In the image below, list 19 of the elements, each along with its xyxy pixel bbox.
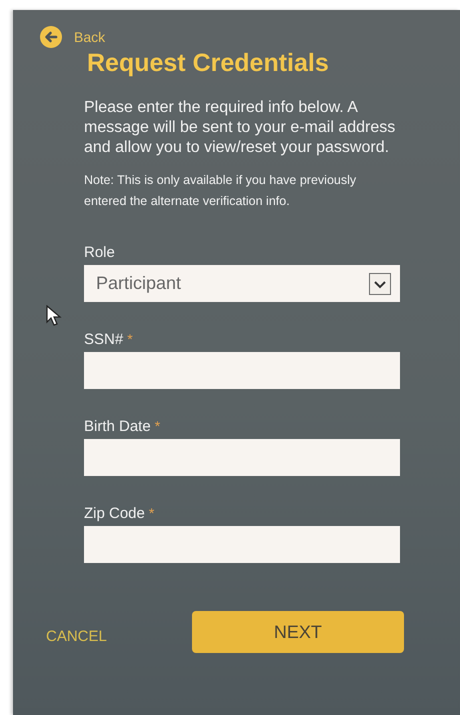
field-label: Birth Date bbox=[84, 418, 151, 434]
page-title: Request Credentials bbox=[87, 49, 330, 78]
required-mark: * bbox=[127, 331, 133, 347]
next-button[interactable]: NEXT bbox=[192, 611, 404, 653]
mouse-cursor-icon bbox=[46, 305, 62, 327]
caret-icon bbox=[369, 272, 391, 294]
input-field[interactable] bbox=[84, 526, 400, 563]
back-link[interactable]: Back bbox=[40, 26, 106, 48]
cancel-button[interactable]: CANCEL bbox=[46, 628, 107, 644]
intro-text: Please enter the required info below. A message will be sent to your e-mail address and allow you to view/reset your password. bbox=[84, 98, 396, 158]
required-mark: * bbox=[154, 418, 160, 434]
role-dropdown[interactable]: Participant bbox=[84, 265, 400, 302]
field-label: Role bbox=[84, 244, 115, 260]
input-field[interactable] bbox=[84, 352, 400, 389]
note-text: Note: This is only available if you have previously entered the alternate verification info. bbox=[84, 172, 358, 210]
field-label: SSN# bbox=[84, 330, 124, 348]
input-field[interactable] bbox=[84, 439, 400, 476]
required-mark: * bbox=[148, 505, 154, 521]
field-label: Zip Code bbox=[84, 504, 145, 522]
